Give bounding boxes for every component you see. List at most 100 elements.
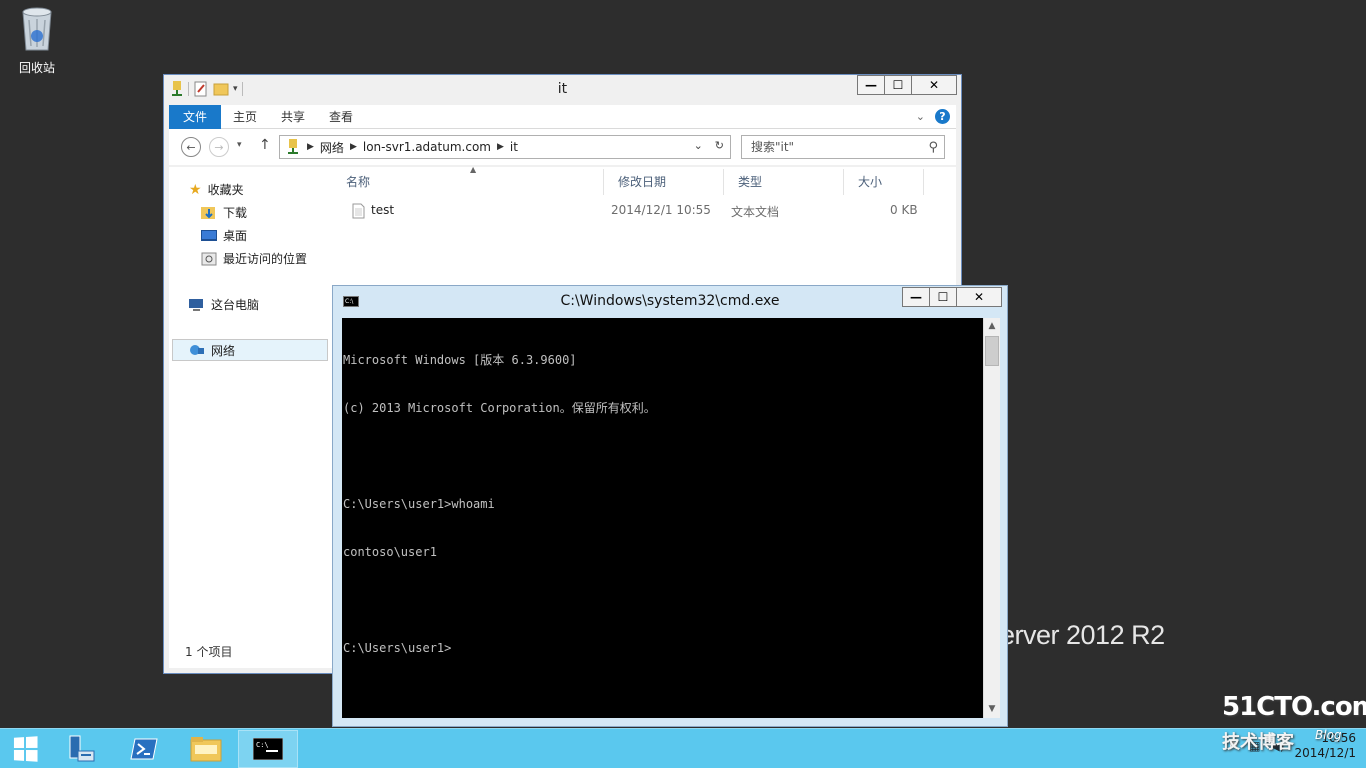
taskbar: C:\ ⚑ ▦ ◀) 10:56 2014/12/1 (0, 728, 1366, 768)
nav-favorites[interactable]: ★ 收藏夹 (189, 181, 244, 198)
powershell-icon (130, 738, 158, 760)
console-scrollbar[interactable]: ▲ ▼ (983, 318, 1000, 718)
file-modified: 2014/12/1 10:55 (611, 203, 711, 217)
taskbar-powershell[interactable] (114, 730, 174, 768)
taskbar-cmd[interactable]: C:\ (238, 730, 298, 768)
item-count-status: 1 个项目 (185, 645, 233, 659)
up-arrow-icon[interactable]: ↑ (259, 137, 271, 153)
downloads-folder-icon (201, 206, 215, 219)
server-watermark: erver 2012 R2 (1000, 620, 1165, 650)
search-input[interactable]: 搜索"it" (751, 140, 794, 154)
nav-network-label: 网络 (211, 343, 236, 358)
breadcrumb-network[interactable]: 网络 (314, 139, 350, 156)
nav-desktop[interactable]: 桌面 (201, 227, 247, 244)
site-watermark: 51CTO.com (1222, 692, 1366, 722)
watermark-subtitle: 技术博客 (1222, 732, 1294, 753)
column-header-name[interactable]: 名称 (332, 169, 604, 195)
nav-network[interactable]: 网络 (172, 339, 328, 361)
tab-file[interactable]: 文件 (169, 104, 222, 129)
search-box[interactable]: 搜索"it" ⚲ (741, 135, 945, 159)
star-icon: ★ (189, 181, 202, 198)
help-icon[interactable]: ? (935, 109, 950, 124)
clock-date: 2014/12/1 (1294, 746, 1356, 760)
file-explorer-icon (190, 737, 222, 762)
start-button[interactable] (0, 730, 50, 768)
watermark-blog: Blog (1315, 728, 1342, 742)
address-dropdown-icon[interactable]: ⌄ (694, 139, 703, 152)
desktop-icon (201, 229, 217, 241)
close-button[interactable]: ✕ (956, 287, 1002, 307)
expand-ribbon-icon[interactable]: ⌄ (916, 110, 925, 123)
navigation-pane: ★ 收藏夹 下载 桌面 最近访问的位置 这台电脑 网络 1 个项目 (169, 167, 332, 668)
scroll-up-arrow-icon[interactable]: ▲ (984, 318, 1000, 335)
text-document-icon (352, 203, 365, 219)
taskbar-file-explorer[interactable] (176, 730, 236, 768)
ribbon-tabs: 文件 主页 共享 查看 ⌄ ? (169, 104, 956, 129)
cmd-icon: C:\ (253, 738, 283, 760)
cmd-window[interactable]: C:\ C:\Windows\system32\cmd.exe — ☐ ✕ Mi… (332, 285, 1008, 727)
breadcrumb-server[interactable]: lon-svr1.adatum.com (357, 140, 497, 154)
explorer-titlebar[interactable]: ▾ it — ☐ ✕ (164, 75, 961, 105)
nav-recent[interactable]: 最近访问的位置 (201, 250, 307, 267)
file-size: 0 KB (890, 203, 918, 217)
cmd-titlebar[interactable]: C:\ C:\Windows\system32\cmd.exe — ☐ ✕ (333, 286, 1007, 318)
minimize-button[interactable]: — (857, 75, 885, 95)
windows-logo-icon (13, 736, 38, 762)
minimize-button[interactable]: — (902, 287, 930, 307)
search-icon[interactable]: ⚲ (928, 137, 938, 159)
column-header-type[interactable]: 类型 (724, 169, 844, 195)
recycle-bin-label: 回收站 (18, 61, 55, 75)
forward-button[interactable]: → (209, 137, 229, 157)
nav-downloads-label: 下载 (223, 206, 248, 220)
server-manager-icon (69, 735, 95, 762)
refresh-icon[interactable]: ↻ (715, 139, 724, 152)
recent-locations-dropdown-icon[interactable]: ▾ (237, 140, 242, 150)
maximize-button[interactable]: ☐ (884, 75, 912, 95)
file-row[interactable]: test 2014/12/1 10:55 文本文档 0 KB (346, 201, 926, 221)
breadcrumb-chevron-icon[interactable]: ▶ (350, 142, 357, 152)
column-header-size[interactable]: 大小 (844, 169, 924, 195)
back-button[interactable]: ← (181, 137, 201, 157)
console-output[interactable]: Microsoft Windows [版本 6.3.9600] (c) 2013… (342, 318, 983, 718)
breadcrumb-chevron-icon[interactable]: ▶ (307, 142, 314, 152)
nav-downloads[interactable]: 下载 (201, 204, 247, 221)
nav-recent-label: 最近访问的位置 (223, 252, 308, 266)
explorer-title: it (557, 81, 568, 97)
console-line: contoso\user1 (343, 545, 437, 559)
console-line: (c) 2013 Microsoft Corporation。保留所有权利。 (343, 401, 656, 415)
console-prompt: C:\Users\user1> (343, 641, 452, 655)
file-type: 文本文档 (731, 205, 780, 219)
file-name: test (371, 203, 395, 217)
nav-this-pc[interactable]: 这台电脑 (189, 296, 259, 313)
recycle-bin-icon (22, 7, 52, 51)
explorer-window-controls: — ☐ ✕ (857, 75, 957, 95)
recent-places-icon (201, 252, 217, 265)
address-bar[interactable]: ▶ 网络 ▶ lon-svr1.adatum.com ▶ it ⌄ ↻ (279, 135, 731, 159)
column-header-modified[interactable]: 修改日期 (604, 169, 724, 195)
nav-desktop-label: 桌面 (223, 229, 248, 243)
network-icon (190, 345, 204, 355)
breadcrumb-chevron-icon[interactable]: ▶ (497, 142, 504, 152)
close-button[interactable]: ✕ (911, 75, 957, 95)
scroll-down-arrow-icon[interactable]: ▼ (984, 701, 1000, 718)
cmd-window-controls: — ☐ ✕ (902, 287, 1002, 307)
taskbar-server-manager[interactable] (52, 730, 112, 768)
network-location-icon (288, 139, 298, 154)
navigation-bar: ← → ▾ ↑ ▶ 网络 ▶ lon-svr1.adatum.com ▶ it … (169, 129, 956, 165)
console-line: C:\Users\user1>whoami (343, 497, 495, 511)
tab-share[interactable]: 共享 (269, 105, 317, 129)
tab-view[interactable]: 查看 (317, 105, 365, 129)
breadcrumb-it[interactable]: it (504, 140, 524, 154)
scrollbar-thumb[interactable] (985, 336, 999, 366)
recycle-bin-desktop-icon[interactable]: 回收站 (8, 6, 66, 76)
nav-favorites-label: 收藏夹 (207, 183, 244, 197)
maximize-button[interactable]: ☐ (929, 287, 957, 307)
nav-this-pc-label: 这台电脑 (211, 298, 260, 312)
svg-text:C:\: C:\ (256, 741, 269, 749)
back-arrow-icon: ← (186, 140, 196, 154)
tab-home[interactable]: 主页 (221, 105, 269, 129)
forward-arrow-icon: → (214, 140, 224, 154)
console-line: Microsoft Windows [版本 6.3.9600] (343, 353, 577, 367)
computer-icon (189, 298, 203, 311)
